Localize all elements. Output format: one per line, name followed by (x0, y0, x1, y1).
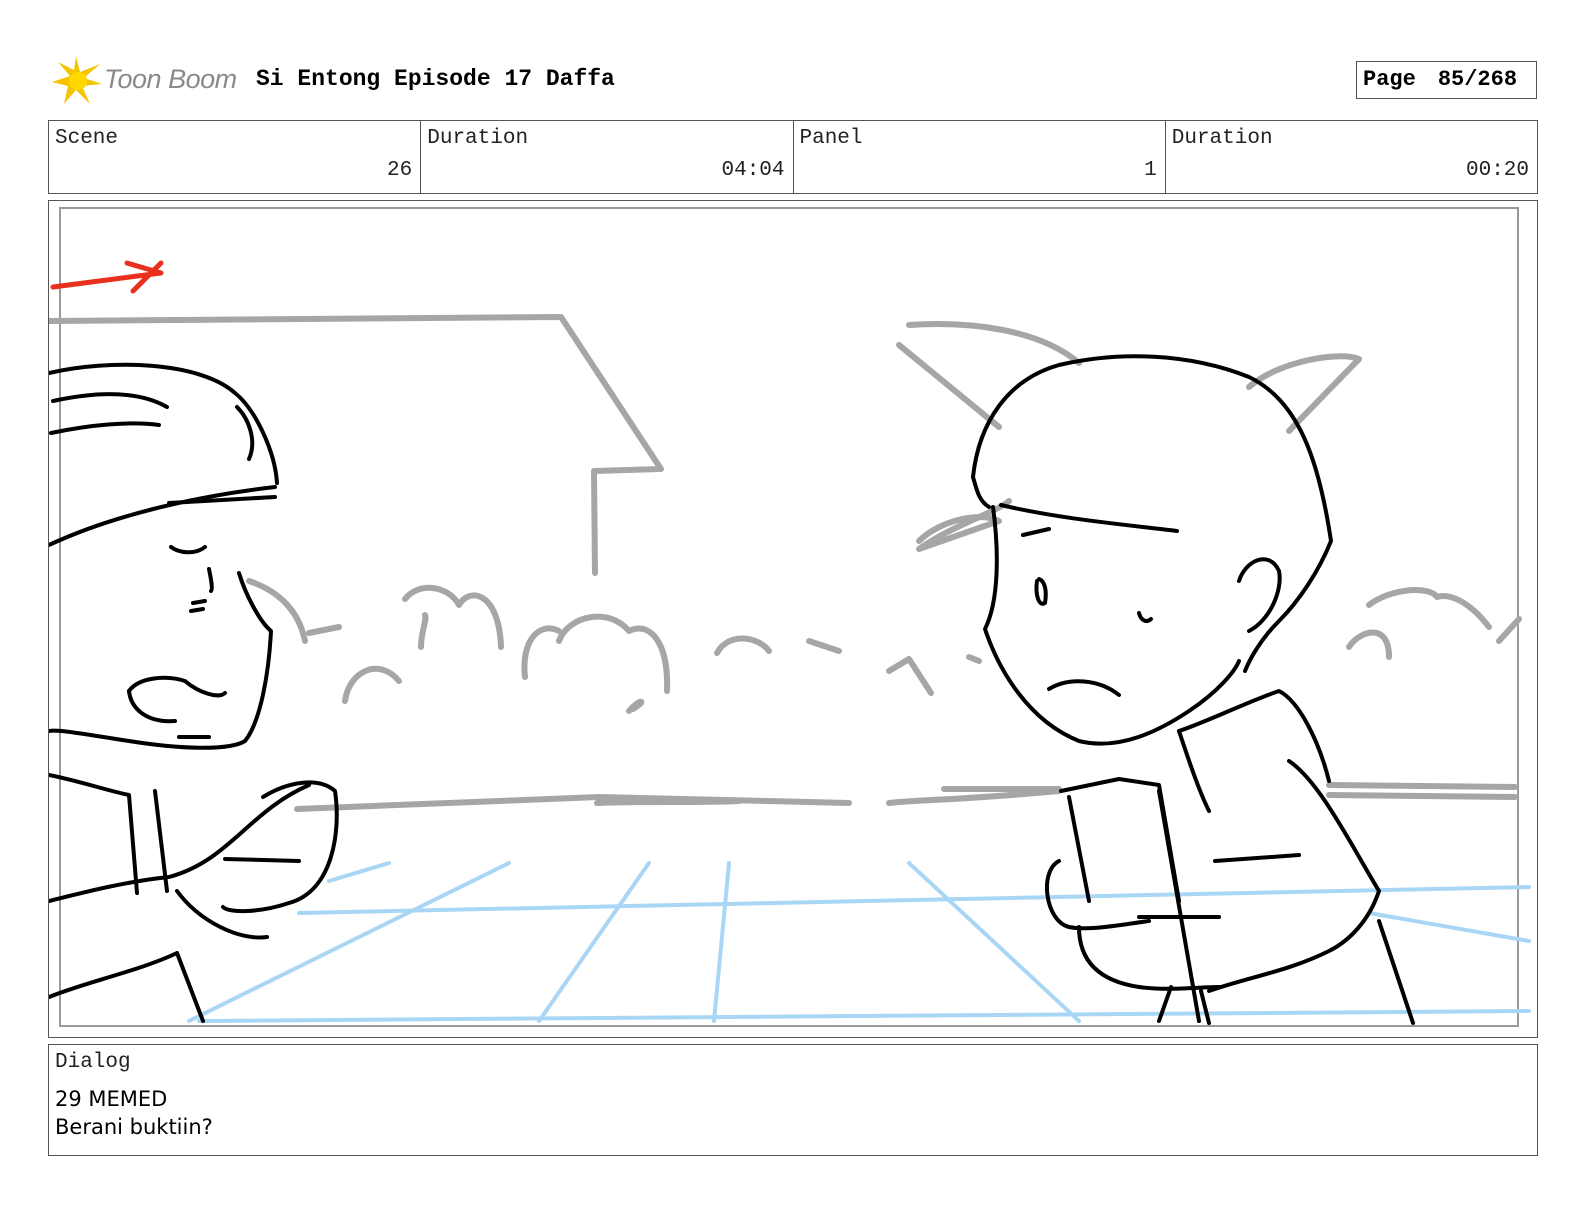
dialog-box: Dialog 29 MEMED Berani buktiin? (48, 1044, 1538, 1156)
scene-info-row: Scene 26 Duration 04:04 Panel 1 Duration… (48, 120, 1538, 194)
dialog-line: Berani buktiin? (55, 1115, 213, 1139)
left-character-sketch (49, 362, 339, 1023)
dialog-label: Dialog (55, 1051, 131, 1074)
scene-value: 26 (387, 159, 413, 182)
panel-value: 1 (1144, 159, 1157, 182)
panel-sketch (49, 207, 1531, 1027)
page-label: Page (1363, 67, 1416, 92)
scene-duration-label: Duration (427, 127, 529, 150)
scene-duration-value: 04:04 (721, 159, 785, 182)
toon-boom-logo: Toon Boom (50, 54, 240, 106)
star-icon (52, 56, 102, 104)
storyboard-panel (48, 200, 1538, 1038)
dialog-speaker: 29 MEMED (55, 1087, 168, 1111)
panel-cell: Panel 1 (794, 121, 1166, 193)
camera-arrow (50, 260, 164, 294)
panel-duration-label: Duration (1171, 127, 1273, 150)
page-number: 85/268 (1437, 67, 1518, 92)
background-sketch (49, 314, 1522, 812)
panel-label: Panel (799, 127, 863, 150)
scene-label: Scene (55, 127, 119, 150)
document-title: Si Entong Episode 17 Daffa (256, 66, 615, 92)
right-character-sketch (971, 354, 1415, 1025)
perspective-grid (187, 861, 1531, 1023)
panel-duration-value: 00:20 (1465, 159, 1529, 182)
scene-cell: Scene 26 (49, 121, 422, 193)
panel-duration-cell: Duration 00:20 (1166, 121, 1537, 193)
logo-text: Toon Boom (104, 64, 237, 94)
scene-duration-cell: Duration 04:04 (421, 121, 794, 193)
page-indicator: Page 85/268 (1356, 61, 1537, 99)
